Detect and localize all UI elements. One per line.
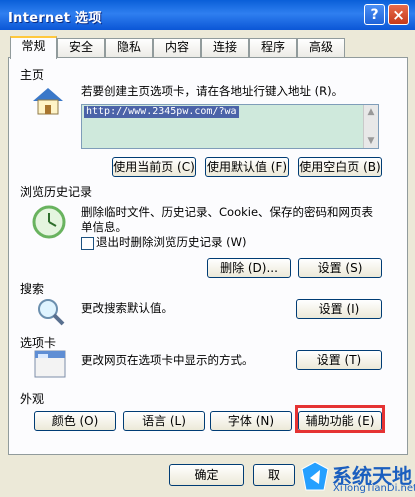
tab-advanced[interactable]: 高级 [297, 38, 345, 57]
help-button[interactable]: ? [364, 4, 385, 25]
appearance-heading: 外观 [20, 392, 45, 406]
search-settings-button[interactable]: 设置 (I) [296, 299, 382, 319]
home-heading: 主页 [20, 68, 45, 82]
tabs-section-description: 更改网页在选项卡中显示的方式。 [81, 353, 254, 367]
tabs-window-icon [34, 350, 66, 378]
tab-security[interactable]: 安全 [57, 38, 105, 57]
accessibility-highlight [295, 405, 385, 433]
close-button[interactable]: × [388, 4, 409, 25]
tab-privacy[interactable]: 隐私 [105, 38, 153, 57]
title-bar: Internet 选项 ? × [0, 0, 415, 30]
scroll-down-icon[interactable]: ▼ [364, 134, 378, 148]
fonts-button[interactable]: 字体 (N) [210, 411, 292, 431]
cancel-button[interactable]: 取 [253, 464, 295, 486]
colors-button[interactable]: 颜色 (O) [34, 411, 116, 431]
search-description: 更改搜索默认值。 [81, 301, 173, 315]
tab-connections[interactable]: 连接 [201, 38, 249, 57]
magnifier-icon [38, 299, 65, 326]
scroll-up-icon[interactable]: ▲ [364, 105, 378, 119]
home-url-input[interactable]: http://www.2345pw.com/?wa ▲ ▼ [81, 104, 379, 149]
languages-button[interactable]: 语言 (L) [123, 411, 205, 431]
tab-programs[interactable]: 程序 [249, 38, 297, 57]
watermark: 系统天地 XiTongTianDi.net [300, 458, 415, 497]
delete-history-on-exit-label: 退出时删除浏览历史记录 (W) [96, 235, 247, 249]
watermark-logo-icon [301, 461, 329, 491]
tab-general[interactable]: 常规 [10, 36, 57, 59]
delete-button[interactable]: 删除 (D)... [207, 258, 291, 278]
home-icon [33, 88, 63, 115]
home-description: 若要创建主页选项卡，请在各地址行键入地址 (R)。 [81, 84, 344, 98]
delete-history-on-exit-checkbox[interactable] [81, 237, 94, 250]
history-settings-button[interactable]: 设置 (S) [298, 258, 382, 278]
ok-button[interactable]: 确定 [169, 464, 244, 486]
search-heading: 搜索 [20, 282, 45, 296]
use-current-page-button[interactable]: 使用当前页 (C) [112, 157, 196, 177]
tabs-settings-button[interactable]: 设置 (T) [296, 350, 382, 370]
url-scrollbar[interactable]: ▲ ▼ [363, 105, 378, 148]
use-default-button[interactable]: 使用默认值 (F) [205, 157, 289, 177]
history-clock-icon [32, 205, 66, 239]
tab-content[interactable]: 内容 [153, 38, 201, 57]
history-heading: 浏览历史记录 [20, 185, 93, 199]
home-url-value: http://www.2345pw.com/?wa [84, 106, 239, 118]
use-blank-page-button[interactable]: 使用空白页 (B) [298, 157, 382, 177]
watermark-url: XiTongTianDi.net [333, 483, 415, 494]
history-description: 删除临时文件、历史记录、Cookie、保存的密码和网页表单信息。 [81, 205, 374, 234]
window-title: Internet 选项 [8, 11, 102, 26]
internet-options-window: Internet 选项 ? × 常规 安全 隐私 内容 连接 程序 高级 主页 … [0, 0, 415, 497]
